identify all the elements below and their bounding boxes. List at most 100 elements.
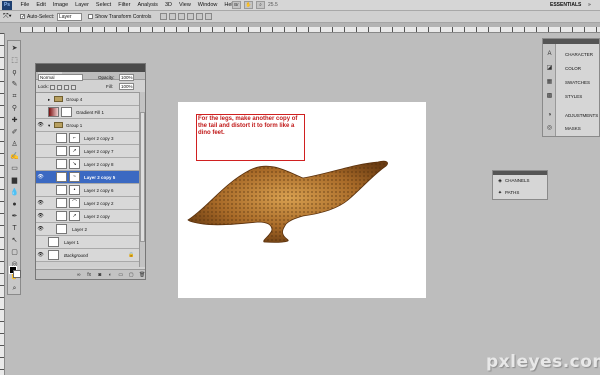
blend-mode-dropdown[interactable]: Normal (38, 74, 83, 81)
eye-icon[interactable]: 👁 (37, 226, 44, 233)
ruler-vertical[interactable] (0, 33, 5, 375)
eyedropper-tool-icon[interactable]: ⚲ (9, 103, 20, 114)
panel-item-color[interactable]: ◪ COLOR (547, 62, 600, 76)
layer-row-gradient-fill-1[interactable]: Gradient Fill 1 (36, 106, 139, 119)
adjustment-layer-icon[interactable]: ◐ (108, 272, 114, 278)
menu-layer[interactable]: Layer (72, 0, 93, 11)
brush-tool-icon[interactable]: ✐ (9, 127, 20, 138)
layer-row-layer-2-copy[interactable]: 👁 ↗ Layer 2 copy (36, 210, 139, 223)
collapse-triangle-icon[interactable]: ▾ (48, 119, 50, 132)
link-layers-icon[interactable]: ∞ (76, 272, 82, 278)
panel-item-adjustments[interactable]: ◑ ADJUSTMENTS (548, 109, 600, 123)
auto-select-dropdown[interactable]: Layer (57, 13, 82, 21)
pen-tool-icon[interactable]: ✒ (9, 211, 20, 222)
visibility-toggle[interactable] (37, 135, 44, 142)
menu-file[interactable]: File (17, 0, 33, 11)
layer-row-layer-2-copy-8[interactable]: ↘ Layer 2 copy 8 (36, 158, 139, 171)
menu-window[interactable]: Window (194, 0, 221, 11)
menu-image[interactable]: Image (49, 0, 71, 11)
layer-row-layer-2-copy-2[interactable]: 👁 ⌒ Layer 2 copy 2 (36, 197, 139, 210)
layer-row-background[interactable]: 👁 Background 🔒 (36, 249, 139, 262)
delete-layer-icon[interactable]: 🗑 (139, 272, 145, 278)
move-tool-icon[interactable]: ➤ (9, 43, 20, 54)
menu-3d[interactable]: 3D (161, 0, 175, 11)
panel-item-masks[interactable]: ◎ MASKS (547, 122, 600, 136)
align-center-icon[interactable] (196, 13, 203, 20)
layer-row-layer-1[interactable]: Layer 1 (36, 236, 139, 249)
lasso-tool-icon[interactable]: ϙ (9, 67, 20, 78)
zoom-tool-icon[interactable]: ⌕ (256, 1, 265, 9)
opacity-field[interactable]: 100% (119, 74, 134, 81)
zoom-level[interactable]: 25.5 (268, 1, 278, 10)
background-color-swatch[interactable] (13, 270, 21, 278)
expand-triangle-icon[interactable]: ▸ (48, 93, 50, 106)
lock-position-icon[interactable] (64, 85, 69, 90)
visibility-toggle[interactable] (37, 187, 44, 194)
layer-row-layer-2-copy-6[interactable]: • Layer 2 copy 6 (36, 184, 139, 197)
quick-select-tool-icon[interactable]: ✎ (9, 79, 20, 90)
eye-icon[interactable]: 👁 (37, 252, 44, 259)
new-layer-icon[interactable]: ▢ (129, 272, 135, 278)
fill-field[interactable]: 100% (119, 83, 134, 90)
move-tool-preset-icon[interactable]: ⤧▾ (3, 12, 17, 22)
eye-icon[interactable]: 👁 (37, 213, 44, 220)
layer-row-group-4[interactable]: ▸ Group 4 (36, 93, 139, 106)
layer-row-layer-2-copy-3[interactable]: ⌐ Layer 2 copy 3 (36, 132, 139, 145)
eye-icon[interactable]: 👁 (37, 174, 44, 181)
lock-pixels-icon[interactable] (57, 85, 62, 90)
auto-select-checkbox[interactable]: ✓ (20, 14, 25, 20)
layers-scrollbar[interactable] (139, 92, 145, 267)
layer-row-layer-2-copy-5[interactable]: 👁 ~ Layer 2 copy 5 (36, 171, 139, 184)
layer-row-group-1[interactable]: 👁 ▾ Group 1 (36, 119, 139, 132)
align-bottom-icon[interactable] (178, 13, 185, 20)
panel-item-channels[interactable]: ◈ CHANNELS (495, 175, 547, 187)
type-tool-icon[interactable]: T (9, 223, 20, 234)
menu-view[interactable]: View (175, 0, 194, 11)
visibility-toggle[interactable] (37, 96, 44, 103)
align-top-icon[interactable] (160, 13, 167, 20)
menu-analysis[interactable]: Analysis (134, 0, 161, 11)
menu-edit[interactable]: Edit (33, 0, 49, 11)
history-brush-tool-icon[interactable]: ✍ (9, 151, 20, 162)
scrollbar-thumb[interactable] (140, 112, 145, 242)
layer-row-layer-2-copy-7[interactable]: ↗ Layer 2 copy 7 (36, 145, 139, 158)
panel-item-styles[interactable]: ▩ STYLES (547, 90, 600, 104)
panel-item-paths[interactable]: ✦ PATHS (495, 187, 547, 199)
align-middle-icon[interactable] (169, 13, 176, 20)
ruler-horizontal[interactable] (20, 27, 600, 33)
panel-item-character[interactable]: A CHARACTER (547, 48, 600, 62)
align-left-icon[interactable] (187, 13, 194, 20)
blur-tool-icon[interactable]: 💧 (9, 187, 20, 198)
eye-icon[interactable]: 👁 (37, 200, 44, 207)
gradient-tool-icon[interactable]: ▆ (9, 175, 20, 186)
workspace-arrow-icon[interactable]: » (588, 2, 591, 9)
zoom-icon[interactable]: ⌕ (9, 283, 20, 294)
visibility-toggle[interactable] (37, 239, 44, 246)
clone-stamp-tool-icon[interactable]: ♙ (9, 139, 20, 150)
hand-tool-icon[interactable]: ✋ (244, 1, 253, 9)
show-transform-checkbox[interactable] (88, 14, 93, 19)
panel-item-swatches[interactable]: ▦ SWATCHES (547, 76, 600, 90)
menu-filter[interactable]: Filter (115, 0, 134, 11)
layer-style-icon[interactable]: fx (87, 272, 93, 278)
marquee-tool-icon[interactable]: ⬚ (9, 55, 20, 66)
lock-all-icon[interactable] (71, 85, 76, 90)
shape-tool-icon[interactable]: ▢ (9, 247, 20, 258)
lock-transparent-icon[interactable] (50, 85, 55, 90)
path-select-tool-icon[interactable]: ↖ (9, 235, 20, 246)
new-group-icon[interactable]: ▭ (118, 272, 124, 278)
eraser-tool-icon[interactable]: ▭ (9, 163, 20, 174)
crop-tool-icon[interactable]: ⌗ (9, 91, 20, 102)
healing-brush-tool-icon[interactable]: ✚ (9, 115, 20, 126)
visibility-toggle[interactable] (37, 148, 44, 155)
eye-icon[interactable]: 👁 (37, 122, 44, 129)
visibility-toggle[interactable] (37, 161, 44, 168)
bridge-icon[interactable]: Br (232, 1, 241, 9)
visibility-toggle[interactable] (37, 109, 44, 116)
align-right-icon[interactable] (205, 13, 212, 20)
add-mask-icon[interactable]: ◙ (97, 272, 103, 278)
menu-select[interactable]: Select (92, 0, 114, 11)
layers-panel-titlebar[interactable] (36, 64, 145, 72)
dodge-tool-icon[interactable]: ● (9, 199, 20, 210)
layer-row-layer-2[interactable]: 👁 Layer 2 (36, 223, 139, 236)
